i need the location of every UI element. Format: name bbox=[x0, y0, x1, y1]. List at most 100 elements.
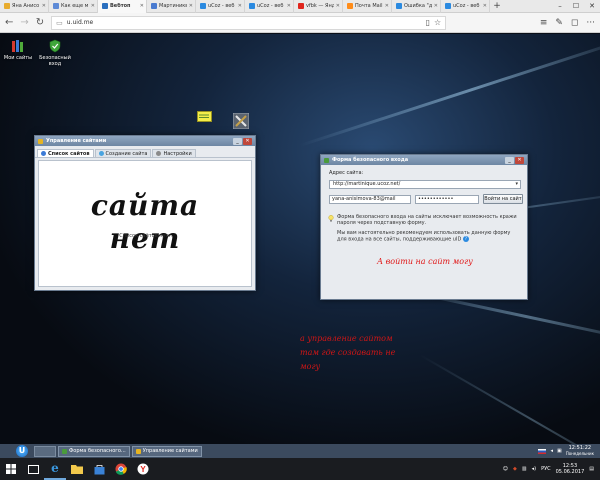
pinned-edge-browser[interactable]: e bbox=[44, 458, 66, 480]
browser-tab[interactable]: Почта Mail ✕ bbox=[343, 0, 392, 13]
taskbar-button-label: Форма безопасного... bbox=[69, 448, 126, 454]
browser-tab[interactable]: vfbk — Янд ✕ bbox=[294, 0, 343, 13]
empty-list-text: Список сайтов пуст. bbox=[119, 233, 173, 239]
tab-close-icon[interactable]: ✕ bbox=[434, 3, 438, 9]
login-field[interactable]: yana-anisimova-83@mail bbox=[329, 195, 411, 204]
secure-login-window: Форма безопасного входа _ ✕ Адрес сайта:… bbox=[320, 154, 528, 300]
notes-icon[interactable]: ✎ bbox=[555, 18, 563, 28]
system-clock[interactable]: 12:53 05.06.2017 bbox=[556, 463, 585, 475]
tab-favicon-icon bbox=[102, 3, 108, 9]
browser-tab[interactable]: uCoz - веб ✕ bbox=[245, 0, 294, 13]
desktop-icon-my-sites[interactable]: Мои сайты bbox=[0, 39, 37, 61]
favorite-star-icon[interactable]: ☆ bbox=[434, 18, 441, 27]
books-icon bbox=[12, 40, 23, 52]
taskbar-button-site-management[interactable]: Управление сайтами bbox=[131, 445, 202, 457]
ucoz-start-button[interactable]: U bbox=[14, 444, 30, 458]
shield-icon bbox=[62, 448, 67, 454]
site-address-select[interactable]: http://martinique.ucoz.net/ ▾ bbox=[329, 180, 521, 189]
tab-label: vfbk — Янд bbox=[306, 3, 334, 9]
browser-tab[interactable]: Яна Анисо ✕ bbox=[0, 0, 49, 13]
tab-close-icon[interactable]: ✕ bbox=[140, 3, 144, 9]
edge-browser-icon: e bbox=[51, 461, 59, 475]
desktop-icon-secure-login[interactable]: Безопасный вход bbox=[36, 39, 74, 67]
tab-create-site[interactable]: Создание сайта bbox=[94, 149, 152, 157]
tab-site-list[interactable]: Список сайтов bbox=[37, 149, 94, 157]
tools-icon[interactable] bbox=[232, 112, 250, 130]
taskbar-button-label: Управление сайтами bbox=[142, 448, 198, 454]
tab-close-icon[interactable]: ✕ bbox=[42, 3, 46, 9]
uid-help-icon[interactable]: ? bbox=[462, 236, 469, 242]
minimize-button[interactable]: – bbox=[552, 0, 568, 13]
task-view-icon bbox=[27, 464, 39, 474]
site-address-value: http://martinique.ucoz.net/ bbox=[333, 181, 401, 187]
people-icon[interactable]: ☺ bbox=[503, 466, 508, 472]
browser-tab[interactable]: Вебтоп ✕ bbox=[98, 0, 147, 13]
tab-close-icon[interactable]: ✕ bbox=[91, 3, 95, 9]
volume-icon[interactable]: ◂) bbox=[532, 466, 536, 472]
windows-start-button[interactable] bbox=[0, 458, 22, 480]
tab-close-icon[interactable]: ✕ bbox=[483, 3, 487, 9]
task-view-button[interactable] bbox=[22, 458, 44, 480]
minimize-button[interactable]: _ bbox=[505, 156, 514, 164]
list-icon bbox=[41, 151, 46, 156]
site-list-panel: сайта нет Список сайтов пуст. bbox=[38, 160, 252, 287]
forward-arrow-icon[interactable]: → bbox=[20, 17, 28, 28]
window-titlebar[interactable]: Управление сайтами _ ✕ bbox=[35, 136, 255, 146]
language-indicator[interactable]: РУС bbox=[541, 466, 551, 472]
back-arrow-icon[interactable]: ← bbox=[5, 17, 13, 28]
antivirus-icon[interactable]: ◆ bbox=[513, 466, 517, 472]
login-button[interactable]: Войти на сайт bbox=[483, 194, 523, 204]
tab-favicon-icon bbox=[151, 3, 157, 9]
browser-tab[interactable]: uCoz - веб ✕ bbox=[196, 0, 245, 13]
tab-close-icon[interactable]: ✕ bbox=[287, 3, 291, 9]
new-tab-button[interactable]: + bbox=[490, 0, 504, 13]
maximize-button[interactable]: ☐ bbox=[568, 0, 584, 13]
minimize-button[interactable]: _ bbox=[233, 137, 242, 145]
hub-icon[interactable]: ≡ bbox=[540, 18, 548, 28]
refresh-icon[interactable]: ↻ bbox=[36, 17, 44, 28]
tab-close-icon[interactable]: ✕ bbox=[385, 3, 389, 9]
window-titlebar[interactable]: Форма безопасного входа _ ✕ bbox=[321, 155, 527, 165]
browser-tab[interactable]: uCoz - веб ✕ bbox=[441, 0, 490, 13]
network-icon[interactable]: ▥ bbox=[522, 466, 527, 472]
taskbar-button-login-form[interactable]: Форма безопасного... bbox=[58, 445, 130, 457]
folder-note-icon[interactable] bbox=[197, 111, 212, 122]
show-desktop-button[interactable] bbox=[34, 445, 56, 457]
close-button[interactable]: ✕ bbox=[243, 137, 252, 145]
more-icon[interactable]: ··· bbox=[586, 18, 595, 28]
reading-view-icon[interactable]: ▯ bbox=[426, 18, 430, 27]
pinned-store[interactable] bbox=[88, 458, 110, 480]
gear-icon bbox=[156, 151, 162, 156]
address-bar: ← → ↻ ▭ u.uid.me ▯ ☆ ≡ ✎ ◻ ··· bbox=[0, 13, 600, 33]
pinned-chrome[interactable] bbox=[110, 458, 132, 480]
window-title: Управление сайтами bbox=[46, 138, 107, 144]
password-field[interactable]: •••••••••••• bbox=[415, 195, 479, 204]
tab-close-icon[interactable]: ✕ bbox=[238, 3, 242, 9]
window-title: Форма безопасного входа bbox=[332, 157, 409, 163]
tab-settings[interactable]: Настройки bbox=[152, 149, 196, 157]
window-controls: _ ✕ bbox=[233, 137, 252, 145]
russian-flag-icon[interactable] bbox=[538, 448, 547, 454]
pinned-yandex-browser[interactable]: Y bbox=[132, 458, 154, 480]
desktop-icon-label: Мои сайты bbox=[3, 55, 33, 61]
sound-icon[interactable]: ◂ bbox=[550, 448, 553, 454]
tab-favicon-icon bbox=[4, 3, 10, 9]
tab-favicon-icon bbox=[200, 3, 206, 9]
recommendation-text-body: Мы вам настоятельно рекомендуем использо… bbox=[337, 230, 511, 243]
browser-tab[interactable]: Как еще м ✕ bbox=[49, 0, 98, 13]
browser-tab[interactable]: Ошибка "д ✕ bbox=[392, 0, 441, 13]
url-field[interactable]: ▭ u.uid.me ▯ ☆ bbox=[51, 15, 447, 30]
webtop-clock: 12:51:22 Понедельник bbox=[566, 446, 594, 457]
folder-icon bbox=[71, 465, 83, 474]
tab-close-icon[interactable]: ✕ bbox=[189, 3, 193, 9]
browser-tab[interactable]: Мартиникв ✕ bbox=[147, 0, 196, 13]
notifications-icon[interactable]: ▤ bbox=[589, 466, 594, 472]
annotation-line: а управление сайтом bbox=[300, 334, 393, 343]
share-icon[interactable]: ◻ bbox=[571, 18, 578, 28]
fullscreen-icon[interactable]: ▣ bbox=[557, 448, 562, 454]
tab-close-icon[interactable]: ✕ bbox=[336, 3, 340, 9]
site-address-label: Адрес сайта: bbox=[329, 170, 364, 176]
close-button[interactable]: ✕ bbox=[584, 0, 600, 13]
pinned-file-explorer[interactable] bbox=[66, 458, 88, 480]
close-button[interactable]: ✕ bbox=[515, 156, 524, 164]
